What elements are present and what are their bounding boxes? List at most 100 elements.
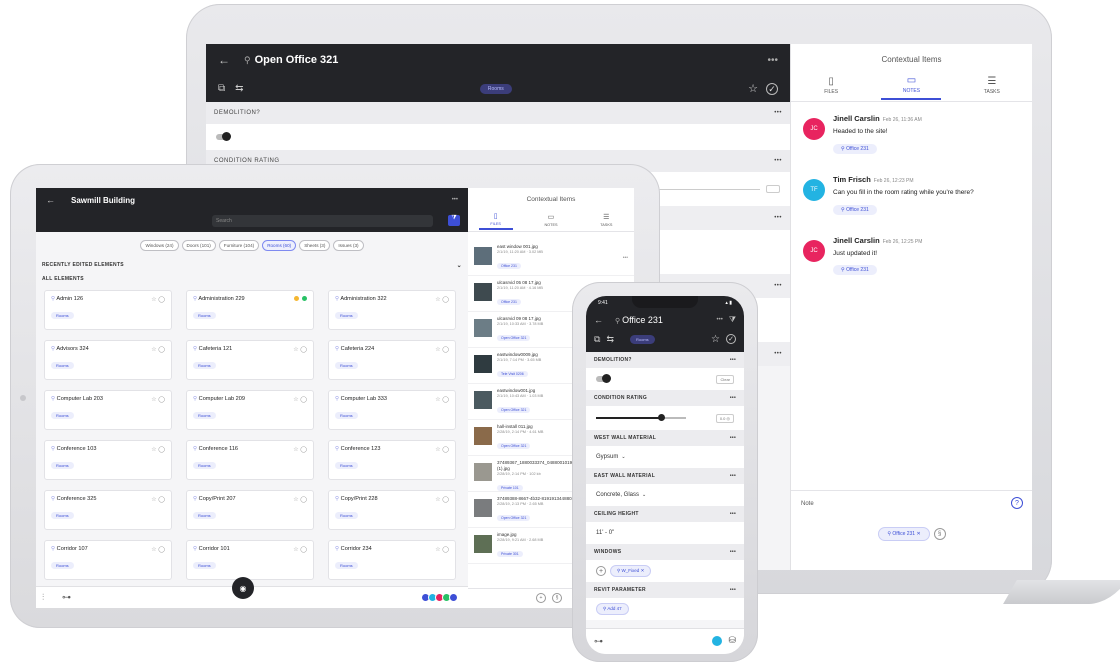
more-menu-button[interactable]: ••• [717,317,723,323]
category-chip[interactable]: Rooms [479,84,512,94]
element-card[interactable]: Cafeteria 121☆ ◯ Rooms [186,340,314,380]
tab-notes[interactable]: ▭ NOTES [534,213,568,229]
section-more-button[interactable]: ••• [774,110,782,116]
element-card[interactable]: Conference 123☆ ◯ Rooms [328,440,456,480]
check-circle-icon[interactable]: ◯ [441,397,449,403]
recently-edited-header[interactable]: RECENTLY EDITED ELEMENTS ⌄ [36,258,468,272]
file-room-chip[interactable]: Open Office 321 [497,514,531,521]
file-room-chip[interactable]: Open Office 321 [497,442,531,449]
star-icon[interactable]: ☆ [748,83,758,95]
west-wall-select[interactable]: Gypsum ⌄ [586,446,744,468]
filter-chip-doors[interactable]: Doors (101) [181,239,216,251]
element-card[interactable]: Conference 116☆ ◯ Rooms [186,440,314,480]
file-room-chip[interactable]: Private 101 [497,484,523,491]
link-icon[interactable]: § [933,528,946,540]
revit-chip[interactable]: ⚲ Add 47 [596,603,629,615]
element-card[interactable]: Computer Lab 209☆ ◯ Rooms [186,390,314,430]
section-more-button[interactable]: ••• [774,215,782,221]
help-icon[interactable]: ? [1011,497,1023,509]
east-wall-select[interactable]: Concrete, Glass ⌄ [586,484,744,506]
clear-button[interactable]: Clear [716,374,734,384]
file-room-chip[interactable]: Private 301 [497,550,523,557]
element-card[interactable]: Computer Lab 203☆ ◯ Rooms [44,390,172,430]
element-card[interactable]: Copy/Print 207☆ ◯ Rooms [186,490,314,530]
check-circle-icon[interactable]: ◯ [157,347,165,353]
check-circle-icon[interactable]: ◯ [157,447,165,453]
check-circle-icon[interactable]: ◯ [441,547,449,553]
section-more-button[interactable]: ••• [774,283,782,289]
camera-button[interactable]: ◉ [232,577,254,599]
check-circle-icon[interactable]: ◯ [299,397,307,403]
add-window-button[interactable]: + [596,566,606,576]
section-more-button[interactable]: ••• [730,395,736,401]
file-room-chip[interactable]: Office 231 [497,262,521,269]
tab-tasks[interactable]: ☰ TASKS [962,76,1022,99]
file-more-button[interactable]: ••• [623,255,628,261]
window-chip[interactable]: ⚲ W_Fixed ✕ [610,565,652,577]
demolition-toggle[interactable] [596,374,611,383]
element-card[interactable]: Administration 229 Rooms [186,290,314,330]
ceiling-height-input[interactable]: 11' - 0" [586,522,744,544]
more-menu-button[interactable]: ••• [452,197,458,203]
check-circle-icon[interactable]: ◯ [299,497,307,503]
share-icon[interactable]: ⇆ [235,84,243,94]
filter-chip-windows[interactable]: Windows (24) [140,239,179,251]
filter-chip-rooms[interactable]: Rooms (60) [262,239,297,251]
check-circle-icon[interactable]: ◯ [157,547,165,553]
search-input[interactable]: Search [212,215,433,227]
upload-icon[interactable]: + [536,593,546,603]
element-card[interactable]: Advisors 324☆ ◯ Rooms [44,340,172,380]
copy-icon[interactable]: ⧉ [594,334,600,345]
link-icon[interactable]: § [552,593,562,603]
section-more-button[interactable]: ••• [774,351,782,357]
filter-chip-furniture[interactable]: Furniture (104) [218,239,260,251]
check-circle-icon[interactable]: ◯ [441,297,449,303]
element-card[interactable]: Corridor 234☆ ◯ Rooms [328,540,456,580]
tab-tasks[interactable]: ☰ TASKS [589,213,623,229]
check-circle-icon[interactable]: ◯ [299,547,307,553]
file-room-chip[interactable]: Tele Visit 0206 [497,370,528,377]
check-circle-icon[interactable]: ◯ [157,297,165,303]
tab-files[interactable]: ▯ FILES [801,76,861,99]
chart-icon[interactable]: ⫶ [42,592,44,603]
element-card[interactable]: Computer Lab 333☆ ◯ Rooms [328,390,456,430]
section-more-button[interactable]: ••• [730,549,736,555]
file-room-chip[interactable]: Open Office 321 [497,406,531,413]
check-circle-icon[interactable]: ✓ [726,334,736,344]
back-arrow-icon[interactable]: ← [218,54,230,66]
section-more-button[interactable]: ••• [730,473,736,479]
file-item[interactable]: east window 001.jpg 2/1/19, 11:20 AM · 3.… [468,240,634,276]
element-card[interactable]: Admin 126☆ ◯ Rooms [44,290,172,330]
archive-icon[interactable]: ⛁ [728,635,736,646]
element-card[interactable]: Conference 103☆ ◯ Rooms [44,440,172,480]
note-room-chip[interactable]: ⚲ Office 231 ✕ [878,527,930,541]
filter-chip-sheets[interactable]: Sheets (3) [299,239,331,251]
element-card[interactable]: Cafeteria 224☆ ◯ Rooms [328,340,456,380]
check-circle-icon[interactable]: ◯ [299,347,307,353]
element-card[interactable]: Conference 325☆ ◯ Rooms [44,490,172,530]
back-arrow-icon[interactable]: ← [46,195,55,205]
element-card[interactable]: Copy/Print 228☆ ◯ Rooms [328,490,456,530]
note-room-chip[interactable]: ⚲ Office 231 [833,204,877,215]
section-more-button[interactable]: ••• [774,158,782,164]
filter-icon[interactable]: ⧩ [729,315,736,325]
rating-slider[interactable] [596,414,686,421]
more-menu-button[interactable]: ••• [767,55,778,66]
note-input[interactable]: Note [801,501,814,507]
tab-notes[interactable]: ▭ NOTES [881,75,942,100]
element-card[interactable]: Corridor 101☆ ◯ Rooms [186,540,314,580]
check-circle-icon[interactable]: ◯ [157,497,165,503]
back-arrow-icon[interactable]: ← [594,315,603,325]
hierarchy-icon[interactable]: ⊶ [594,636,603,647]
tab-files[interactable]: ▯ FILES [478,212,513,230]
hierarchy-icon[interactable]: ⊶ [62,592,71,603]
check-circle-icon[interactable]: ◯ [441,347,449,353]
category-chip[interactable]: Rooms [629,334,655,344]
check-circle-icon[interactable]: ◯ [441,497,449,503]
check-circle-icon[interactable]: ◯ [157,397,165,403]
note-room-chip[interactable]: ⚲ Office 231 [833,265,877,276]
section-more-button[interactable]: ••• [730,357,736,363]
check-circle-icon[interactable]: ◯ [441,447,449,453]
section-more-button[interactable]: ••• [730,587,736,593]
demolition-toggle[interactable] [216,132,231,141]
